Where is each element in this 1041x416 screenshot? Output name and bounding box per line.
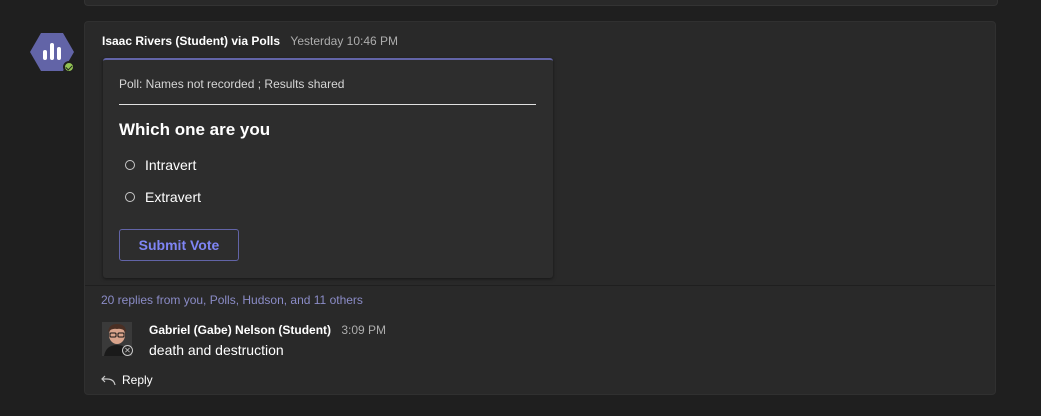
presence-available-icon	[63, 61, 75, 73]
reply-label: Reply	[122, 373, 153, 387]
thread-divider	[85, 285, 995, 286]
poll-question: Which one are you	[119, 120, 271, 139]
message-author[interactable]: Isaac Rivers (Student) via Polls	[102, 34, 280, 48]
poll-option-label: Extravert	[145, 189, 202, 205]
radio-icon[interactable]	[125, 192, 135, 202]
reply-message-text: death and destruction	[149, 342, 284, 358]
presence-offline-icon: ✕	[122, 345, 133, 356]
next-message-hint	[512, 410, 572, 416]
poll-info: Poll: Names not recorded ; Results share…	[119, 77, 345, 91]
previous-message-card	[84, 0, 998, 6]
message-header: Isaac Rivers (Student) via Polls Yesterd…	[102, 34, 398, 48]
poll-option-intravert[interactable]: Intravert	[125, 157, 196, 173]
reply-author[interactable]: Gabriel (Gabe) Nelson (Student)	[149, 323, 331, 337]
reply-arrow-icon	[101, 375, 116, 386]
poll-divider	[119, 104, 536, 105]
replies-summary-link[interactable]: 20 replies from you, Polls, Hudson, and …	[101, 293, 363, 307]
thread-card: Isaac Rivers (Student) via Polls Yesterd…	[84, 21, 996, 395]
poll-option-label: Intravert	[145, 157, 197, 173]
poll-option-extravert[interactable]: Extravert	[125, 189, 201, 205]
reply-timestamp: 3:09 PM	[341, 323, 387, 337]
radio-icon[interactable]	[125, 160, 135, 170]
reply-button[interactable]: Reply	[100, 373, 153, 387]
poll-card: Poll: Names not recorded ; Results share…	[103, 58, 553, 278]
message-timestamp: Yesterday 10:46 PM	[290, 34, 399, 48]
submit-vote-button[interactable]: Submit Vote	[119, 229, 239, 261]
reply-header: Gabriel (Gabe) Nelson (Student) 3:09 PM	[149, 323, 386, 337]
